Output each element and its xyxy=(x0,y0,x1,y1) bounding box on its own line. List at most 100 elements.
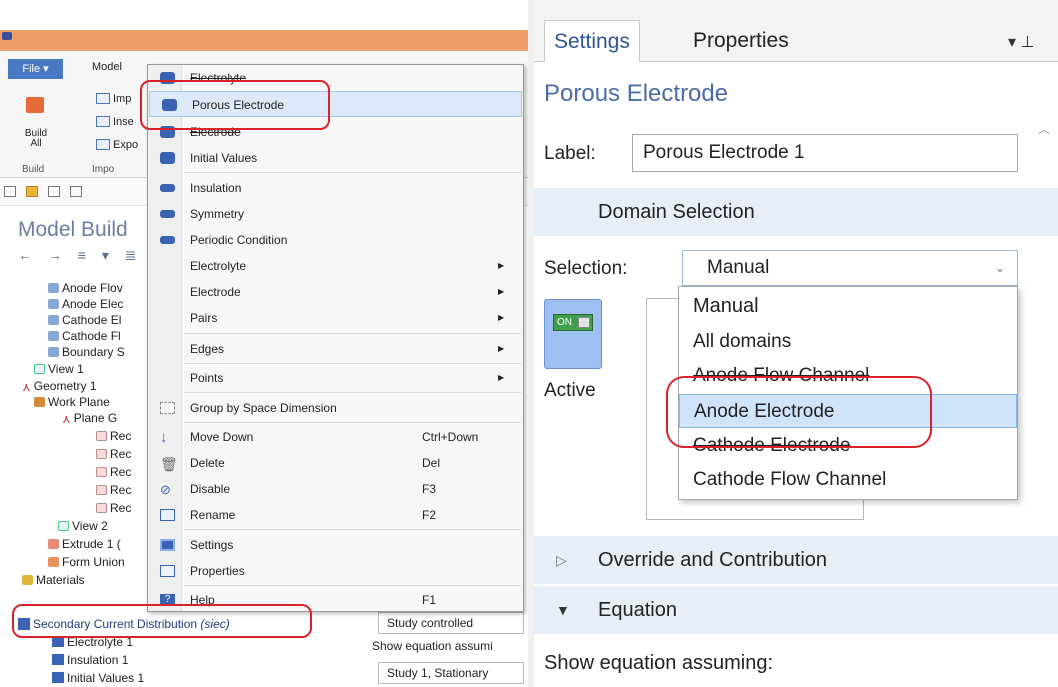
menu-item-porous-electrode[interactable]: Porous Electrode xyxy=(149,91,522,117)
menu-shortcut: F2 xyxy=(422,508,437,522)
print-icon[interactable] xyxy=(70,186,82,197)
tree-item[interactable]: View 1 xyxy=(34,361,84,377)
open-folder-icon[interactable] xyxy=(26,186,38,197)
menu-item-edges[interactable]: Edges ▶ xyxy=(148,336,523,362)
menu-separator xyxy=(184,172,521,173)
submenu-arrow-icon: ▶ xyxy=(498,344,505,353)
submenu-arrow-icon: ▶ xyxy=(498,287,505,296)
properties-icon xyxy=(160,565,175,577)
model-tab[interactable]: Model xyxy=(92,61,122,73)
tree-nav-arrows[interactable]: ← → ≡ ▾ ≣ xyxy=(18,247,143,264)
menu-item-symmetry[interactable]: Symmetry xyxy=(148,201,523,227)
pin-icon[interactable]: ▾ ⊥ xyxy=(1008,32,1034,52)
tree-item[interactable]: Rec xyxy=(96,428,131,444)
tree-item[interactable]: Rec xyxy=(96,500,131,516)
menu-item-settings[interactable]: Settings xyxy=(148,532,523,558)
selection-value: Manual xyxy=(707,257,770,278)
chevron-right-icon: ▷ xyxy=(556,552,567,568)
tree-item[interactable]: Work Plane xyxy=(34,394,110,410)
tree-item-label: Anode Elec xyxy=(62,297,124,311)
tree-item[interactable]: Rec xyxy=(96,446,131,462)
tree-item[interactable]: Materials xyxy=(22,572,85,588)
physics-node-siec[interactable]: Secondary Current Distribution (siec) xyxy=(18,615,376,633)
group-icon xyxy=(160,402,175,414)
option-all-domains[interactable]: All domains xyxy=(679,325,1017,359)
option-anode-electrode[interactable]: Anode Electrode xyxy=(679,394,1017,428)
tab-settings[interactable]: Settings xyxy=(544,20,640,62)
export-button[interactable]: Expo xyxy=(96,139,138,151)
option-manual[interactable]: Manual xyxy=(679,289,1017,323)
menu-item-points[interactable]: Points ▶ xyxy=(148,365,523,391)
model-builder-title: Model Build xyxy=(18,218,128,241)
menu-separator xyxy=(184,585,521,586)
menu-item-electrode-feature[interactable]: Electrode xyxy=(148,119,523,145)
menu-item-delete[interactable]: 🗑 Delete Del xyxy=(148,450,523,476)
domain-icon xyxy=(160,72,175,84)
tree-item[interactable]: Electrolyte 1 xyxy=(52,634,133,650)
tree-item[interactable]: Rec xyxy=(96,464,131,480)
build-group-label: Build xyxy=(22,164,45,175)
menu-item-periodic-condition[interactable]: Periodic Condition xyxy=(148,227,523,253)
menu-item-electrolyte-feature[interactable]: Electrolyte xyxy=(148,65,523,91)
selection-dropdown[interactable]: Manual ⌄ xyxy=(682,250,1018,286)
study-controlled-field[interactable]: Study controlled xyxy=(378,612,524,634)
menu-item-label: Pairs xyxy=(190,311,218,325)
physics-icon xyxy=(18,618,30,630)
tree-item[interactable]: ⋏ Plane G xyxy=(62,410,117,426)
section-domain-selection[interactable]: Domain Selection xyxy=(534,188,1058,236)
comsol-left-window: File ▾ Model Build All Build Impo Imp In… xyxy=(0,0,528,687)
option-cathode-flow-channel[interactable]: Cathode Flow Channel xyxy=(679,463,1017,497)
tree-item-label: Boundary S xyxy=(62,345,125,359)
active-label: Active xyxy=(544,380,596,401)
label-input[interactable]: Porous Electrode 1 xyxy=(632,134,1018,172)
menu-item-initial-values[interactable]: Initial Values xyxy=(148,145,523,171)
menu-item-electrode-submenu[interactable]: Electrode ▶ xyxy=(148,279,523,305)
build-icon[interactable] xyxy=(26,97,44,113)
menu-item-label: Rename xyxy=(190,508,236,522)
insert-icon xyxy=(96,116,110,127)
file-menu-button[interactable]: File ▾ xyxy=(8,59,63,79)
insert-button[interactable]: Inse xyxy=(96,116,134,128)
tree-item[interactable]: Form Union xyxy=(48,554,125,570)
tree-item[interactable]: Anode Elec xyxy=(48,296,123,312)
menu-item-disable[interactable]: ⊘ Disable F3 xyxy=(148,476,523,502)
menu-item-group-by-space-dimension[interactable]: Group by Space Dimension xyxy=(148,395,523,421)
tree-item[interactable]: Extrude 1 ( xyxy=(48,536,121,552)
import-icon xyxy=(96,93,110,104)
menu-separator xyxy=(184,333,521,334)
section-override-contribution[interactable]: ▷ Override and Contribution xyxy=(534,536,1058,584)
tree-item-label: Materials xyxy=(36,573,85,587)
tree-item[interactable]: View 2 xyxy=(58,518,108,534)
option-anode-flow-channel[interactable]: Anode Flow Channel xyxy=(679,359,1017,393)
tab-properties[interactable]: Properties xyxy=(684,20,798,62)
menu-item-insulation[interactable]: Insulation xyxy=(148,175,523,201)
menu-item-move-down[interactable]: ↓ Move Down Ctrl+Down xyxy=(148,424,523,450)
selection-icon xyxy=(48,331,59,341)
tree-item[interactable]: Cathode Fl xyxy=(48,328,121,344)
active-toggle-button[interactable]: ON xyxy=(544,299,602,369)
tree-item[interactable]: Initial Values 1 xyxy=(52,670,144,686)
tree-item[interactable]: Anode Flov xyxy=(48,280,123,296)
option-cathode-electrode[interactable]: Cathode Electrode xyxy=(679,429,1017,463)
tree-item[interactable]: Boundary S xyxy=(48,344,125,360)
menu-item-help[interactable]: ? Help F1 xyxy=(148,587,523,613)
menu-item-pairs[interactable]: Pairs ▶ xyxy=(148,305,523,331)
menu-item-properties[interactable]: Properties xyxy=(148,558,523,584)
study-select[interactable]: Study 1, Stationary xyxy=(378,662,524,684)
menu-item-label: Initial Values xyxy=(190,151,258,165)
section-equation[interactable]: ▼ Equation xyxy=(534,586,1058,634)
tree-item[interactable]: Insulation 1 xyxy=(52,652,128,668)
build-all-button[interactable]: Build All xyxy=(24,129,48,149)
tree-item[interactable]: Rec xyxy=(96,482,131,498)
new-file-icon[interactable] xyxy=(4,186,16,197)
selection-label: Selection: xyxy=(544,258,628,279)
menu-item-electrolyte-submenu[interactable]: Electrolyte ▶ xyxy=(148,253,523,279)
scroll-up-icon[interactable]: ︿ xyxy=(1038,120,1050,137)
save-icon[interactable] xyxy=(48,186,60,197)
tree-item[interactable]: Cathode El xyxy=(48,312,121,328)
tree-item[interactable]: ⋏ Geometry 1 xyxy=(22,378,97,394)
menu-item-label: Electrode xyxy=(190,125,241,139)
import-button[interactable]: Imp xyxy=(96,93,131,105)
menu-item-rename[interactable]: Rename F2 xyxy=(148,502,523,528)
export-label: Expo xyxy=(113,139,139,151)
